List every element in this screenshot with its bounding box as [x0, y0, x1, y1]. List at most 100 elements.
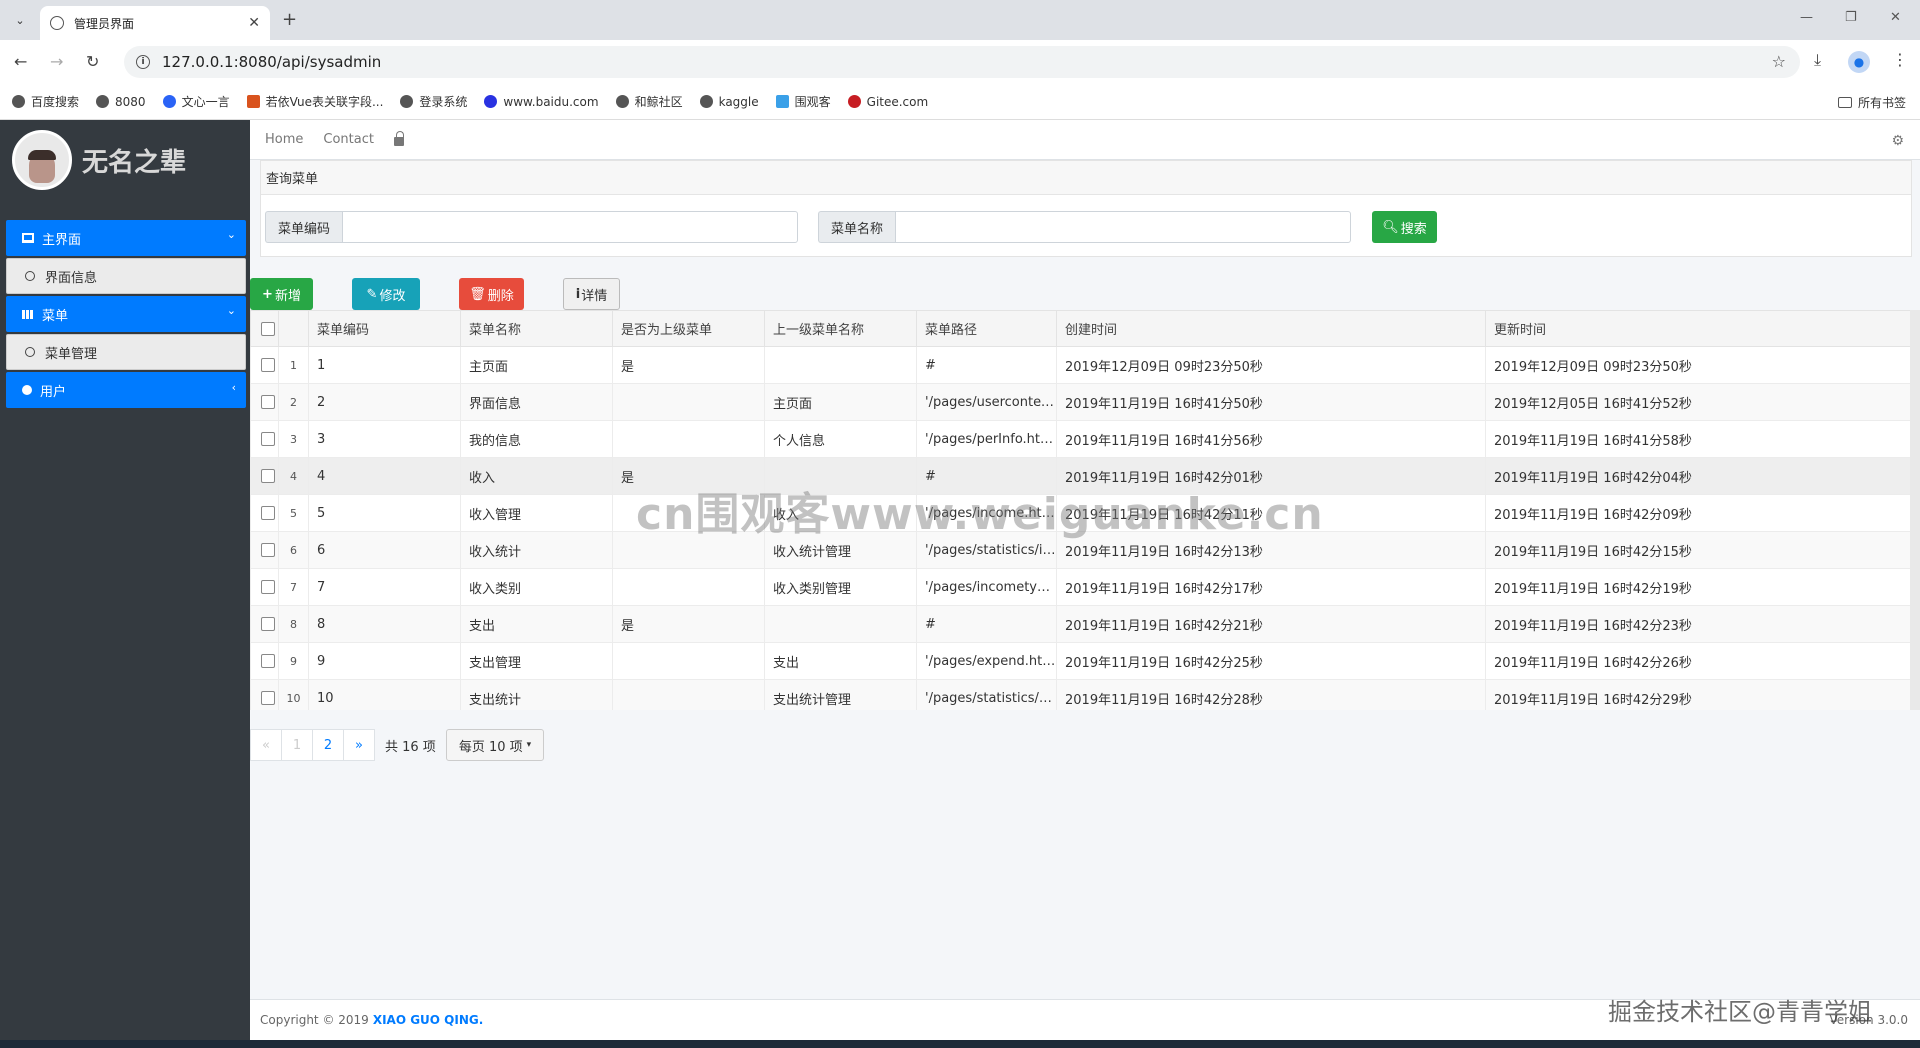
- close-icon[interactable]: ✕: [248, 15, 260, 31]
- table-row[interactable]: 22界面信息主页面'/pages/usercontext.html'2019年1…: [250, 383, 1911, 421]
- row-index: 10: [278, 679, 309, 710]
- page-size-dropdown[interactable]: 每页 10 项 ▾: [445, 729, 545, 761]
- more-menu-icon[interactable]: ⋮: [1892, 50, 1908, 69]
- bookmark-star-icon[interactable]: ☆: [1772, 52, 1786, 71]
- nav-contact-link[interactable]: Contact: [323, 132, 374, 147]
- pagination: « 1 2 » 共 16 项 每页 10 项 ▾: [250, 729, 545, 761]
- bookmark-item[interactable]: 文心一言: [162, 93, 230, 110]
- bookmark-item[interactable]: 和鲸社区: [615, 93, 683, 110]
- cell-is-parent: [612, 383, 765, 421]
- column-header[interactable]: 创建时间: [1056, 310, 1486, 347]
- window-close-icon[interactable]: ✕: [1890, 10, 1901, 25]
- table-row[interactable]: 9 9 支出管理 支出 '/pages/expend.html' 2019年11月19日 …: [250, 642, 1911, 680]
- edit-button[interactable]: ✎ 修改: [352, 278, 420, 310]
- bookmark-item[interactable]: 百度搜索: [12, 93, 79, 110]
- bookmark-item[interactable]: kaggle: [699, 94, 759, 109]
- add-button[interactable]: + 新增: [250, 278, 313, 310]
- sidebar-item-main[interactable]: 主界面 ⌄: [6, 220, 246, 256]
- column-header[interactable]: 菜单路径: [916, 310, 1057, 347]
- row-checkbox[interactable]: [260, 654, 275, 668]
- page-1-button[interactable]: 1: [281, 729, 313, 761]
- cell-is-parent: 是: [612, 605, 765, 643]
- cell-created: 2019年11月19日 16时41分50秒: [1056, 383, 1486, 421]
- row-checkbox[interactable]: [260, 543, 275, 557]
- select-all-checkbox[interactable]: [260, 321, 275, 336]
- table-row[interactable]: 1010支出统计支出统计管理'/pages/statistics/expend.…: [250, 679, 1911, 710]
- sidebar-item-menu[interactable]: 菜单 ⌄: [6, 296, 246, 332]
- lock-icon[interactable]: [393, 131, 404, 146]
- detail-button[interactable]: i 详情: [563, 278, 620, 310]
- column-header[interactable]: 上一级菜单名称: [764, 310, 917, 347]
- row-select-cell: [250, 383, 279, 421]
- cell-parent: 个人信息: [764, 420, 917, 458]
- browser-tab[interactable]: 管理员界面 ✕: [40, 6, 270, 40]
- index-header: [278, 310, 309, 347]
- page-2-button[interactable]: 2: [312, 729, 344, 761]
- row-checkbox[interactable]: [260, 506, 275, 520]
- tab-search-button[interactable]: ⌄: [8, 8, 32, 32]
- search-card-header: 查询菜单: [261, 161, 1911, 195]
- bookmarks-bar: 百度搜索 8080 文心一言 若依Vue表关联字段... 登录系统 www.ba…: [0, 84, 1920, 120]
- search-button[interactable]: 🔍︎ 搜索: [1372, 211, 1437, 243]
- reload-icon[interactable]: ↻: [86, 52, 99, 71]
- nav-home-link[interactable]: Home: [265, 132, 303, 147]
- bookmark-item[interactable]: 围观客: [775, 93, 831, 110]
- bookmark-label: kaggle: [718, 94, 759, 109]
- sidebar: 无名之辈 主界面 ⌄ 界面信息 菜单 ⌄ 菜单管理 用户 ‹: [0, 120, 250, 1040]
- detail-button-label: 详情: [581, 288, 608, 304]
- sidebar-item-user[interactable]: 用户 ‹: [6, 372, 246, 408]
- column-header[interactable]: 更新时间: [1485, 310, 1911, 347]
- prev-page-button[interactable]: «: [250, 729, 282, 761]
- restore-icon[interactable]: ❐: [1845, 10, 1857, 25]
- bookmark-item[interactable]: www.baidu.com: [484, 95, 599, 109]
- profile-button[interactable]: ●: [1848, 51, 1870, 73]
- new-tab-button[interactable]: +: [282, 9, 297, 30]
- bookmark-favicon-icon: [775, 95, 789, 108]
- bookmark-item[interactable]: Gitee.com: [847, 95, 928, 109]
- delete-button[interactable]: 🗑︎ 删除: [459, 278, 524, 310]
- table-row[interactable]: 3 3 我的信息 个人信息 '/pages/perInfo.html' 2019年11月1…: [250, 420, 1911, 458]
- row-checkbox[interactable]: [260, 617, 275, 631]
- row-checkbox[interactable]: [260, 395, 275, 409]
- cell-name: 主页面: [460, 346, 613, 384]
- search-button-label: 搜索: [1400, 221, 1427, 237]
- row-checkbox[interactable]: [260, 691, 275, 705]
- menu-code-input[interactable]: [342, 211, 799, 243]
- center-watermark: cn围观客www.weiguanke.cn: [636, 489, 1324, 540]
- vertical-scrollbar[interactable]: [1910, 310, 1920, 710]
- row-select-cell: [250, 679, 279, 710]
- sidebar-item-label: 菜单管理: [45, 346, 98, 362]
- menu-name-input[interactable]: [895, 211, 1352, 243]
- cell-is-parent: 是: [612, 346, 765, 384]
- column-header[interactable]: 是否为上级菜单: [612, 310, 765, 347]
- row-checkbox[interactable]: [260, 580, 275, 594]
- bookmark-item[interactable]: 登录系统: [400, 93, 467, 110]
- globe-icon: [50, 16, 64, 30]
- column-header[interactable]: 菜单名称: [460, 310, 613, 347]
- table-row[interactable]: 8 8 支出是 #2019年11月19日 16时42分21秒 2019年11月19日 1…: [250, 605, 1911, 643]
- bookmark-item[interactable]: 若依Vue表关联字段...: [246, 93, 384, 110]
- row-checkbox[interactable]: [260, 469, 275, 483]
- footer-brand-link[interactable]: XIAO GUO QING.: [373, 1013, 483, 1027]
- url-bar[interactable]: i 127.0.0.1:8080/api/sysadmin ☆: [124, 46, 1800, 78]
- download-icon[interactable]: ⤓: [1814, 50, 1821, 70]
- chevron-down-icon: ⌄: [226, 304, 236, 317]
- forward-icon[interactable]: →: [50, 52, 63, 71]
- row-checkbox[interactable]: [260, 358, 275, 372]
- bookmark-label: 若依Vue表关联字段...: [265, 95, 384, 109]
- all-bookmarks-button[interactable]: 所有书签: [1837, 94, 1906, 111]
- gear-icon[interactable]: ⚙: [1891, 133, 1904, 149]
- table-row[interactable]: 77收入类别收入类别管理'/pages/incometype.html'2019…: [250, 568, 1911, 606]
- back-icon[interactable]: ←: [14, 52, 27, 71]
- bookmark-item[interactable]: 8080: [96, 95, 146, 109]
- sidebar-item-interface-info[interactable]: 界面信息: [6, 258, 246, 294]
- minimize-icon[interactable]: —: [1800, 10, 1813, 25]
- table-row[interactable]: 1 1 主页面是 #2019年12月09日 09时23分50秒 2019年12月09日 …: [250, 346, 1911, 384]
- column-header[interactable]: 菜单编码: [308, 310, 461, 347]
- next-page-button[interactable]: »: [343, 729, 375, 761]
- circle-icon: [25, 347, 35, 357]
- row-checkbox[interactable]: [260, 432, 275, 446]
- sidebar-item-menu-management[interactable]: 菜单管理: [6, 334, 246, 370]
- site-info-icon[interactable]: i: [136, 55, 150, 69]
- row-index: 8: [278, 605, 309, 643]
